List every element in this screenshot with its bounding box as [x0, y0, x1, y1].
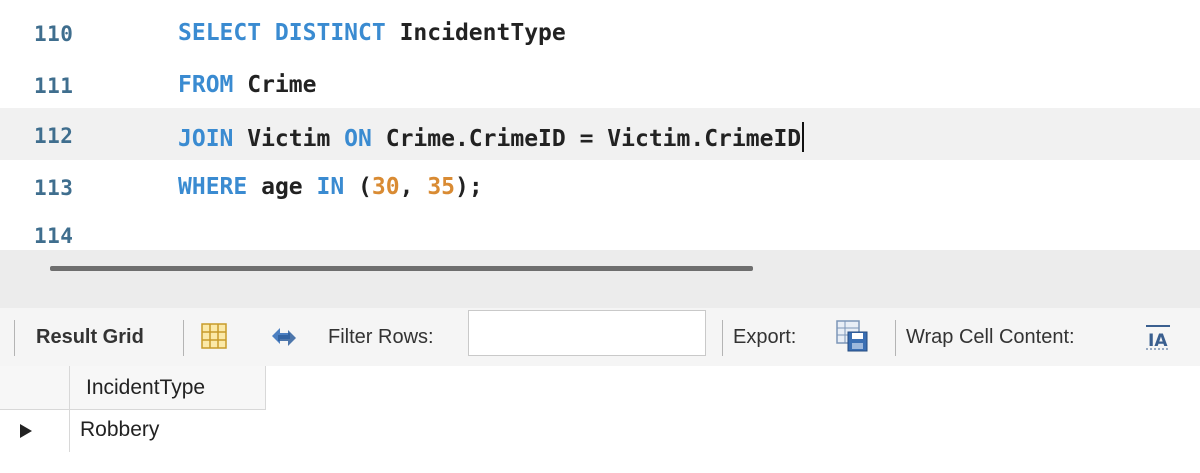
result-grid-tab[interactable]: Result Grid: [36, 326, 144, 349]
line-number: 111: [34, 74, 74, 98]
table-cell[interactable]: Robbery: [70, 410, 266, 452]
line-number: 113: [34, 176, 74, 200]
cell-value: Robbery: [80, 418, 160, 441]
toolbar-separator: [722, 320, 723, 356]
column-header[interactable]: IncidentType: [70, 366, 266, 410]
line-number: 112: [34, 124, 74, 148]
filter-rows-label: Filter Rows:: [328, 326, 434, 348]
editor-line[interactable]: 114: [0, 212, 1200, 250]
refresh-icon[interactable]: [268, 322, 300, 352]
code-text[interactable]: SELECT DISTINCT IncidentType: [178, 20, 566, 46]
horizontal-scrollbar[interactable]: [50, 266, 753, 271]
sql-editor[interactable]: 110 SELECT DISTINCT IncidentType 111 FRO…: [0, 0, 1200, 250]
toolbar-separator: [14, 320, 15, 356]
line-number: 114: [34, 224, 74, 248]
result-toolbar: Result Grid Filter Rows: Export: Wrap Ce…: [0, 308, 1200, 366]
row-selector[interactable]: [0, 410, 70, 452]
export-icon[interactable]: [834, 318, 870, 354]
filter-rows-input[interactable]: [468, 310, 706, 356]
editor-line[interactable]: 113 WHERE age IN (30, 35);: [0, 160, 1200, 212]
svg-text:IA: IA: [1148, 331, 1168, 351]
form-editor-icon[interactable]: [200, 322, 230, 350]
row-header-corner: [0, 366, 70, 410]
editor-line[interactable]: 110 SELECT DISTINCT IncidentType: [0, 6, 1200, 58]
result-grid[interactable]: IncidentType Robbery: [0, 366, 1200, 473]
current-row-arrow-icon: [20, 424, 32, 438]
panel-splitter[interactable]: [0, 250, 1200, 308]
line-number: 110: [34, 22, 74, 46]
code-text[interactable]: WHERE age IN (30, 35);: [178, 174, 483, 200]
toolbar-separator: [183, 320, 184, 356]
code-text[interactable]: JOIN Victim ON Crime.CrimeID = Victim.Cr…: [178, 122, 805, 152]
wrap-cell-content-label: Wrap Cell Content:: [906, 326, 1075, 348]
editor-line[interactable]: 111 FROM Crime: [0, 58, 1200, 110]
column-header-label: IncidentType: [86, 376, 206, 399]
toolbar-separator: [895, 320, 896, 356]
wrap-text-icon[interactable]: IA: [1144, 322, 1174, 352]
export-label: Export:: [733, 326, 797, 348]
editor-line-current[interactable]: 112 JOIN Victim ON Crime.CrimeID = Victi…: [0, 108, 1200, 160]
code-text[interactable]: FROM Crime: [178, 72, 316, 98]
text-caret: [802, 122, 805, 152]
